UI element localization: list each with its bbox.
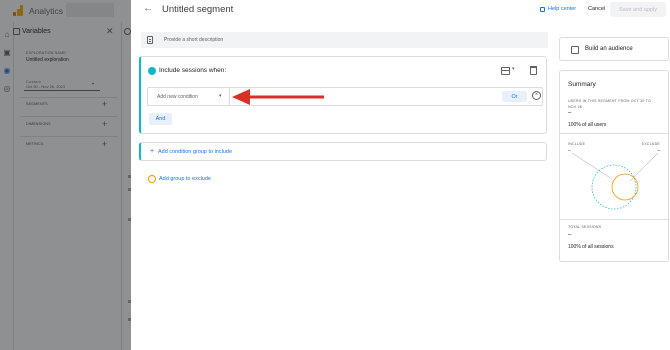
- total-sessions-label: TOTAL SESSIONS: [568, 225, 602, 229]
- plus-icon: +: [150, 148, 155, 155]
- modal-scrim[interactable]: [0, 0, 131, 350]
- users-value: –: [568, 110, 572, 116]
- chevron-down-icon: ▾: [219, 93, 222, 99]
- and-button[interactable]: And: [149, 113, 172, 125]
- add-exclude-group-label: Add group to exclude: [159, 176, 211, 182]
- exclude-circle: [611, 173, 639, 201]
- segment-title[interactable]: Untitled segment: [162, 4, 233, 15]
- chevron-down-icon[interactable]: ▾: [512, 66, 515, 72]
- exclude-connector: [629, 152, 659, 182]
- description-field[interactable]: Provide a short description: [141, 32, 548, 48]
- external-link-icon: [540, 6, 545, 12]
- help-center-label: Help center: [548, 6, 577, 12]
- venn-diagram: [571, 152, 659, 210]
- build-audience-card[interactable]: Build an audience: [559, 37, 669, 61]
- build-audience-checkbox[interactable]: [571, 46, 579, 54]
- add-condition-group-link[interactable]: + Add condition group to include: [150, 148, 232, 155]
- include-label: INCLUDE: [568, 142, 586, 146]
- condition-row: Add new condition ▾ Or ×: [147, 87, 543, 106]
- users-in-segment-label: USERS IN THIS SEGMENT FROM OCT 30 TO NOV…: [568, 99, 651, 109]
- description-placeholder: Provide a short description: [164, 37, 224, 43]
- include-dot-icon: [148, 67, 156, 75]
- include-circle: [591, 164, 637, 210]
- add-exclude-group[interactable]: Add group to exclude: [148, 175, 211, 183]
- save-and-apply-button[interactable]: Save and apply: [610, 2, 666, 17]
- users-percentage: 100% of all users: [568, 122, 607, 128]
- total-sessions-value: –: [568, 232, 572, 238]
- back-arrow-icon[interactable]: ←: [143, 4, 153, 14]
- include-sessions-label: Include sessions when:: [159, 67, 227, 74]
- annotation-arrow-icon: [232, 89, 324, 105]
- delete-icon[interactable]: [530, 66, 537, 75]
- sessions-percentage: 100% of all sessions: [568, 244, 614, 250]
- add-condition-group-label: Add condition group to include: [158, 149, 232, 155]
- dialog-header: ← Untitled segment Help center Cancel Sa…: [131, 0, 670, 21]
- exclude-label: EXCLUDE: [641, 142, 660, 146]
- segment-builder-dialog: ← Untitled segment Help center Cancel Sa…: [131, 0, 670, 350]
- divider: [560, 219, 668, 220]
- include-condition-group: Include sessions when: ▾ Add new conditi…: [139, 56, 547, 134]
- condition-scoping-icon[interactable]: [501, 67, 510, 75]
- add-condition-group[interactable]: + Add condition group to include: [139, 142, 547, 161]
- description-icon: [147, 36, 153, 44]
- or-button[interactable]: Or: [502, 91, 527, 102]
- help-center-link[interactable]: Help center: [540, 6, 576, 12]
- divider: [560, 133, 668, 134]
- add-condition-placeholder: Add new condition: [157, 94, 198, 100]
- summary-card: Summary USERS IN THIS SEGMENT FROM OCT 3…: [559, 70, 669, 262]
- summary-title: Summary: [568, 81, 596, 88]
- build-audience-label: Build an audience: [585, 46, 633, 52]
- include-connector: [571, 152, 613, 180]
- add-condition-dropdown[interactable]: Add new condition ▾: [148, 88, 230, 105]
- exclude-ring-icon: [148, 175, 156, 183]
- remove-condition-icon[interactable]: ×: [532, 91, 541, 100]
- cancel-button[interactable]: Cancel: [588, 6, 605, 12]
